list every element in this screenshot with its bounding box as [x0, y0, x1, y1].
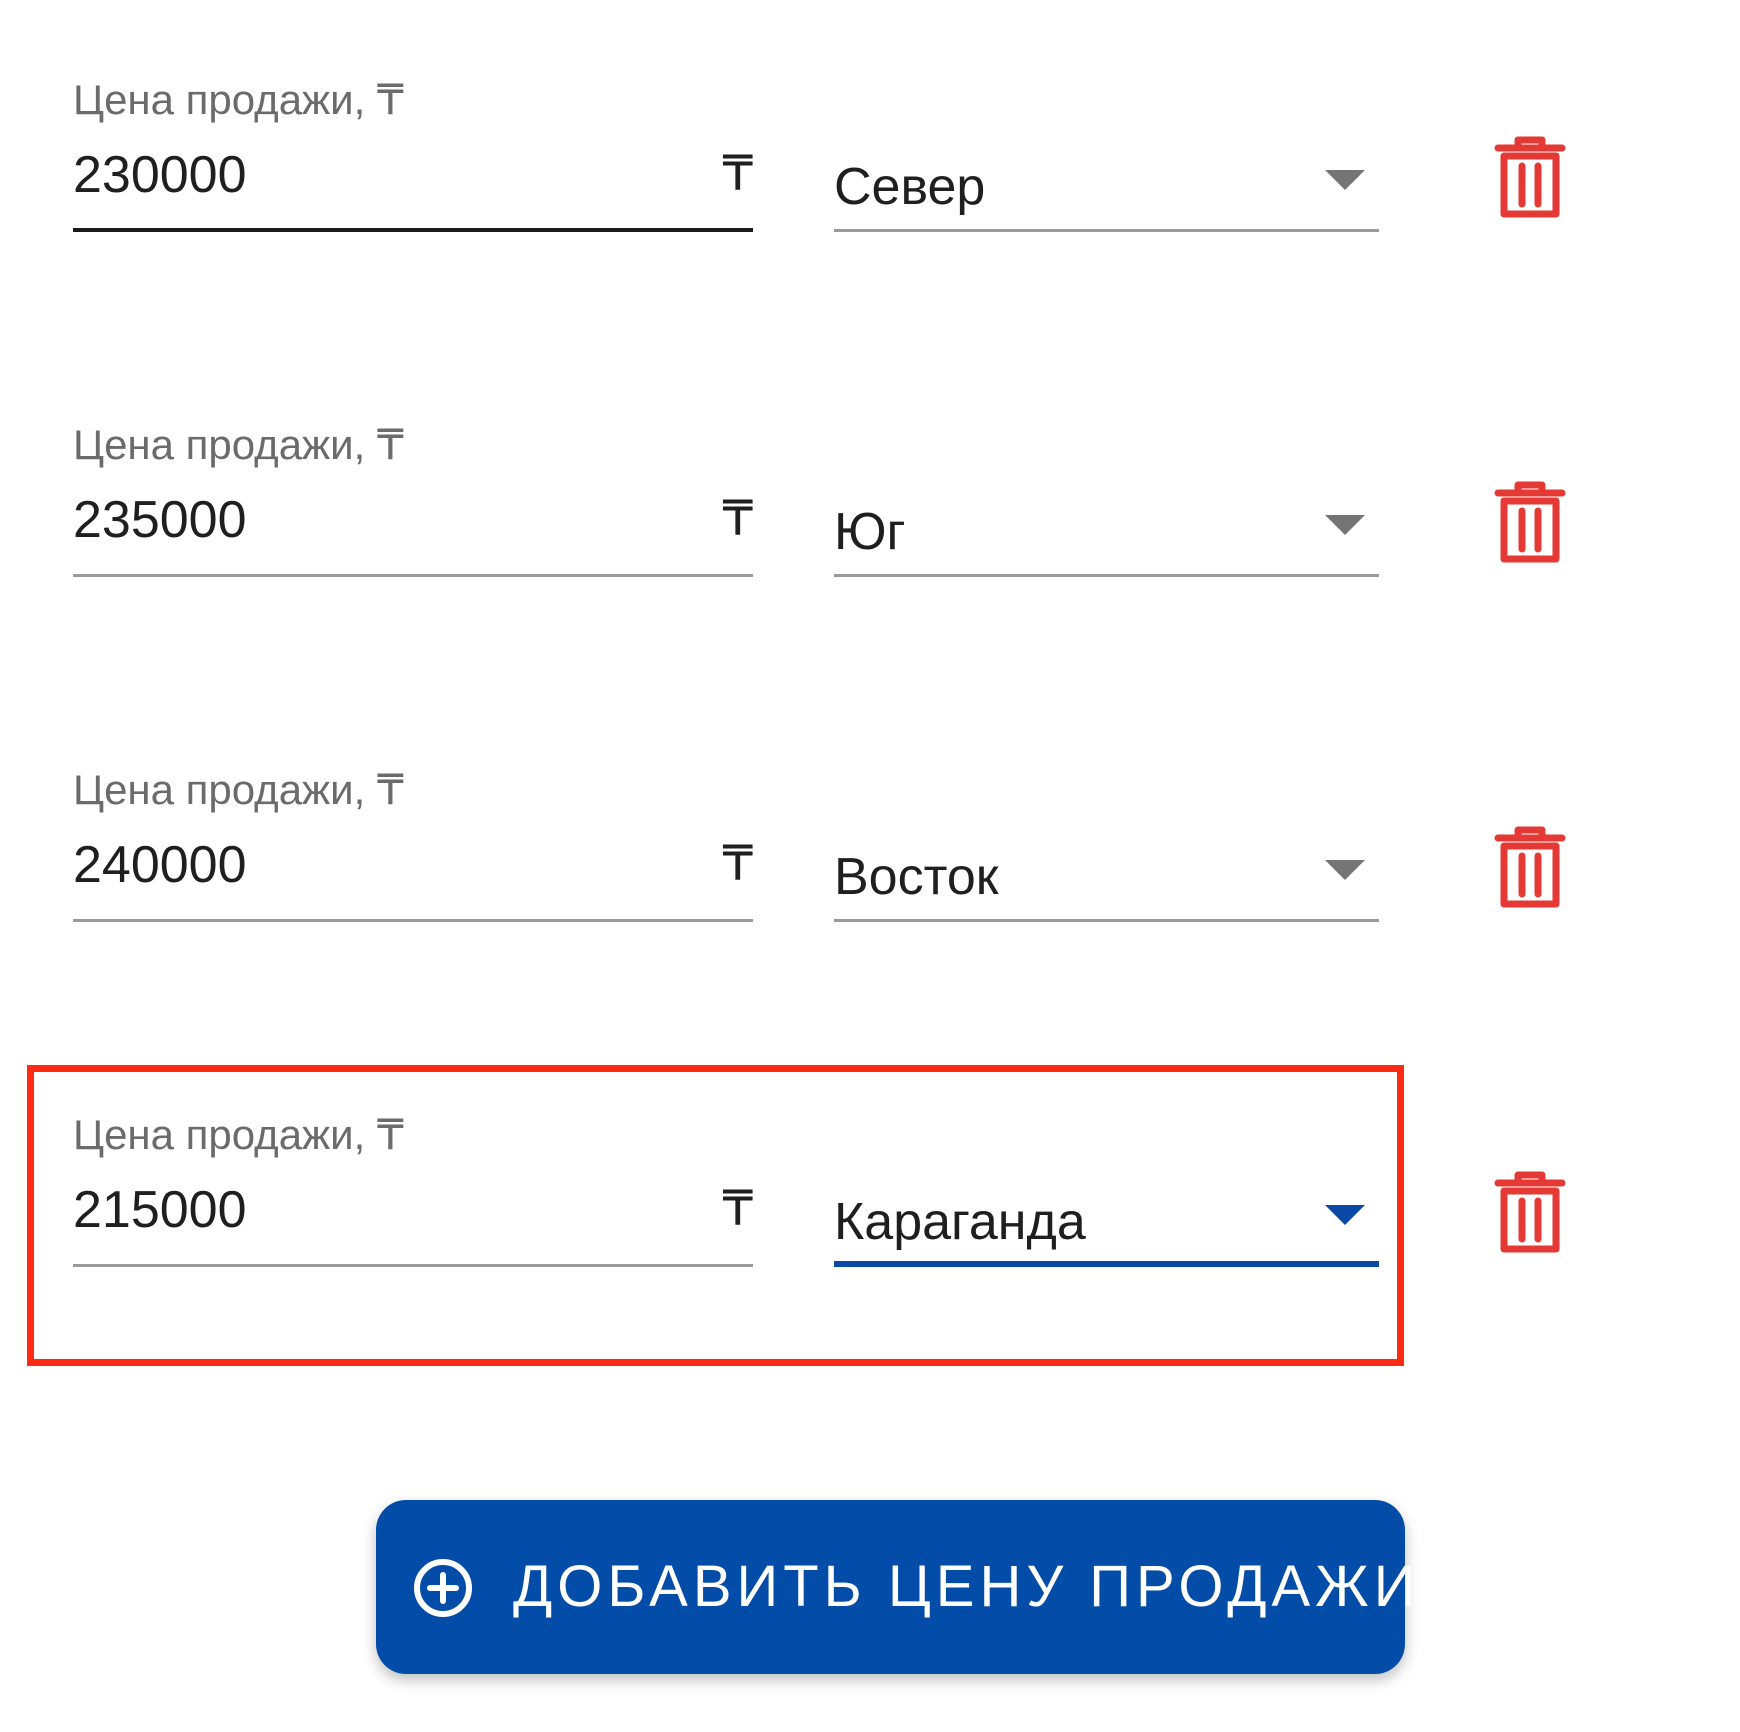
price-row: Цена продажи, ₸ 230000 ₸ Север [0, 70, 1740, 270]
region-value[interactable]: Юг [834, 497, 906, 567]
price-underline [73, 1264, 753, 1267]
region-select-active[interactable]: Караганда [834, 1183, 1379, 1267]
region-underline [834, 574, 1379, 577]
delete-button[interactable] [1494, 826, 1566, 910]
price-row: Цена продажи, ₸ 215000 ₸ Караганда [0, 1105, 1740, 1305]
price-row: Цена продажи, ₸ 235000 ₸ Юг [0, 415, 1740, 615]
price-underline [73, 574, 753, 577]
price-input[interactable]: 230000 ₸ [73, 140, 753, 232]
region-select[interactable]: Север [834, 148, 1379, 232]
price-input[interactable]: 215000 ₸ [73, 1175, 753, 1267]
currency-adornment: ₸ [722, 493, 753, 546]
region-value[interactable]: Караганда [834, 1187, 1086, 1257]
price-value[interactable]: 235000 [73, 485, 247, 555]
region-value[interactable]: Восток [834, 842, 999, 912]
price-underline [73, 919, 753, 922]
add-circle-icon [414, 1559, 472, 1617]
region-underline [834, 1261, 1379, 1267]
trash-icon[interactable] [1494, 1171, 1566, 1255]
dropdown-arrow-icon[interactable] [1325, 515, 1365, 535]
dropdown-arrow-icon[interactable] [1325, 1205, 1365, 1225]
price-label: Цена продажи, ₸ [73, 1111, 404, 1158]
region-underline [834, 229, 1379, 232]
price-underline [73, 228, 753, 232]
region-value[interactable]: Север [834, 152, 985, 222]
delete-button[interactable] [1494, 136, 1566, 220]
dropdown-arrow-icon[interactable] [1325, 170, 1365, 190]
currency-adornment: ₸ [722, 148, 753, 201]
price-label: Цена продажи, ₸ [73, 421, 404, 468]
trash-icon[interactable] [1494, 136, 1566, 220]
add-price-label: ДОБАВИТЬ ЦЕНУ ПРОДАЖИ [513, 1554, 1421, 1619]
dropdown-arrow-icon[interactable] [1325, 860, 1365, 880]
trash-icon[interactable] [1494, 826, 1566, 910]
trash-icon[interactable] [1494, 481, 1566, 565]
price-value[interactable]: 215000 [73, 1175, 247, 1245]
price-input[interactable]: 240000 ₸ [73, 830, 753, 922]
region-select[interactable]: Юг [834, 493, 1379, 577]
delete-button[interactable] [1494, 481, 1566, 565]
price-label: Цена продажи, ₸ [73, 76, 404, 123]
currency-adornment: ₸ [722, 1183, 753, 1236]
add-price-button[interactable]: ДОБАВИТЬ ЦЕНУ ПРОДАЖИ [376, 1500, 1415, 1674]
price-value[interactable]: 240000 [73, 830, 247, 900]
price-value[interactable]: 230000 [73, 140, 247, 210]
price-row: Цена продажи, ₸ 240000 ₸ Восток [0, 760, 1740, 960]
price-input[interactable]: 235000 ₸ [73, 485, 753, 577]
delete-button[interactable] [1494, 1171, 1566, 1255]
currency-adornment: ₸ [722, 838, 753, 891]
price-label: Цена продажи, ₸ [73, 766, 404, 813]
region-select[interactable]: Восток [834, 838, 1379, 922]
region-underline [834, 919, 1379, 922]
